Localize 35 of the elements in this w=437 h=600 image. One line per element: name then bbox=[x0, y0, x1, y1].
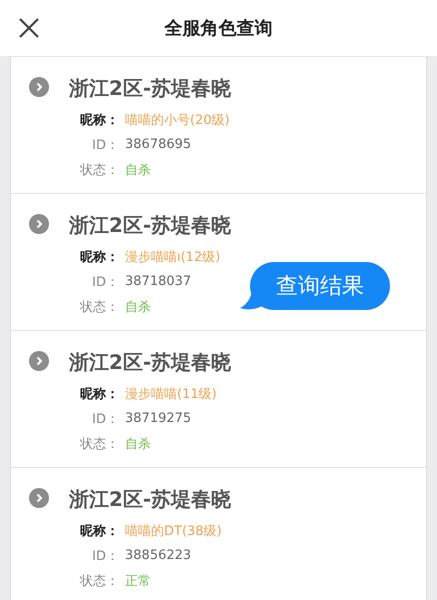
nickname-value: 漫步喵喵(11级) bbox=[125, 386, 218, 402]
field-label: 昵称： bbox=[79, 522, 119, 540]
field-label: ID： bbox=[91, 410, 119, 428]
id-value: 38678695 bbox=[125, 137, 192, 152]
close-icon[interactable] bbox=[18, 17, 40, 39]
server-name: 浙江2区-苏堤春晓 bbox=[69, 75, 232, 101]
field-label: 状态： bbox=[78, 436, 119, 452]
status-value: 自杀 bbox=[125, 162, 152, 178]
id-value: 38856223 bbox=[125, 548, 192, 563]
chevron-icon[interactable] bbox=[29, 351, 49, 371]
nickname-value: 喵喵的小号(20级) bbox=[125, 112, 231, 128]
status-value: 正常 bbox=[125, 572, 152, 590]
field-label: 状态： bbox=[78, 572, 119, 590]
page-title: 全服角色查询 bbox=[164, 17, 272, 40]
field-label: 昵称： bbox=[79, 248, 119, 266]
field-label: 状态： bbox=[78, 162, 119, 178]
speech-bubble: 查询结果 bbox=[250, 262, 390, 310]
server-name: 浙江2区-苏堤春晓 bbox=[69, 349, 232, 375]
chevron-icon[interactable] bbox=[29, 214, 49, 234]
status-value: 自杀 bbox=[125, 436, 152, 452]
status-value: 自杀 bbox=[125, 298, 152, 316]
field-label: 昵称： bbox=[79, 386, 119, 402]
server-name: 浙江2区-苏堤春晓 bbox=[69, 212, 232, 238]
field-label: ID： bbox=[91, 136, 119, 154]
id-value: 38719275 bbox=[125, 411, 192, 426]
field-label: ID： bbox=[91, 274, 119, 290]
field-label: 昵称： bbox=[79, 112, 119, 128]
field-label: 状态： bbox=[78, 298, 119, 316]
chevron-icon[interactable] bbox=[29, 77, 49, 97]
field-label: ID： bbox=[91, 548, 119, 564]
nickname-value: 喵喵的DT(38级) bbox=[125, 522, 223, 540]
id-value: 38718037 bbox=[125, 274, 192, 289]
nickname-value: 漫步喵喵ı(12级) bbox=[125, 248, 222, 266]
chevron-icon[interactable] bbox=[29, 488, 49, 508]
server-name: 浙江2区-苏堤春晓 bbox=[69, 486, 232, 512]
